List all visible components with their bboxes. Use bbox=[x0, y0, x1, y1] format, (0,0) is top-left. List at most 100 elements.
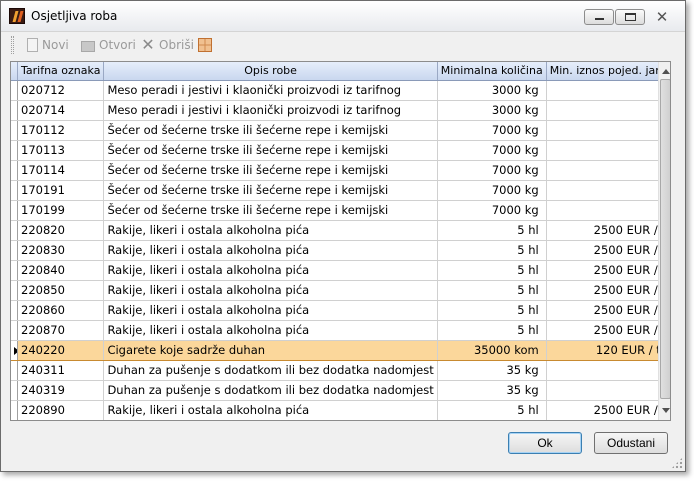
cell-min-guarantee[interactable]: - bbox=[546, 160, 670, 181]
ok-button[interactable]: Ok bbox=[508, 432, 582, 454]
title-bar[interactable]: Osjetljiva roba ✕ bbox=[1, 1, 685, 32]
cell-min-guarantee[interactable]: - bbox=[546, 360, 670, 381]
data-grid[interactable]: Tarifna oznaka Opis robe Minimalna količ… bbox=[10, 61, 671, 421]
table-row[interactable]: 220870 Rakije, likeri i ostala alkoholna … bbox=[11, 320, 670, 341]
cell-min-guarantee[interactable]: 2500 EUR / hlča bbox=[546, 300, 670, 321]
delete-button[interactable]: ✕ Obriši bbox=[141, 36, 194, 54]
scroll-up-icon[interactable] bbox=[662, 69, 670, 74]
cell-tariff-code[interactable]: 220890 bbox=[17, 400, 105, 420]
open-button[interactable]: Otvori bbox=[81, 36, 136, 54]
table-row[interactable]: 220840 Rakije, likeri i ostala alkoholna … bbox=[11, 260, 670, 281]
cell-tariff-code[interactable]: 020712 bbox=[17, 80, 105, 101]
row-header[interactable] bbox=[11, 260, 18, 281]
column-header-description[interactable]: Opis robe bbox=[103, 62, 438, 81]
table-row[interactable]: 240319 Duhan za pušenje s dodatkom ili be… bbox=[11, 380, 670, 401]
row-header[interactable] bbox=[11, 400, 18, 420]
cell-tariff-code[interactable]: 220830 bbox=[17, 240, 105, 261]
cell-min-quantity[interactable]: 35 kg bbox=[437, 380, 547, 401]
new-button[interactable]: Novi bbox=[27, 36, 69, 54]
column-header-min-quantity[interactable]: Minimalna količina bbox=[437, 62, 547, 81]
cell-tariff-code[interactable]: 170113 bbox=[17, 140, 105, 161]
cell-description[interactable]: Šećer od šećerne trske ili šećerne repe … bbox=[103, 120, 438, 141]
resize-grip-icon[interactable] bbox=[671, 457, 683, 469]
row-header[interactable] bbox=[11, 360, 18, 381]
cell-min-guarantee[interactable]: - bbox=[546, 180, 670, 201]
cell-tariff-code[interactable]: 170112 bbox=[17, 120, 105, 141]
cell-description[interactable]: Šećer od šećerne trske ili šećerne repe … bbox=[103, 180, 438, 201]
cell-min-quantity[interactable]: 5 hl bbox=[437, 220, 547, 241]
cell-min-quantity[interactable]: 5 hl bbox=[437, 300, 547, 321]
table-row[interactable]: 220850 Rakije, likeri i ostala alkoholna … bbox=[11, 280, 670, 301]
row-header[interactable] bbox=[11, 320, 18, 341]
cell-tariff-code[interactable]: 220870 bbox=[17, 320, 105, 341]
table-row[interactable]: 240220 Cigarete koje sadrže duhan 35000 ko… bbox=[11, 339, 670, 361]
cell-tariff-code[interactable]: 220860 bbox=[17, 300, 105, 321]
cell-min-quantity[interactable]: 7000 kg bbox=[437, 200, 547, 221]
row-header[interactable] bbox=[11, 100, 18, 121]
row-header[interactable] bbox=[11, 180, 18, 201]
cell-min-quantity[interactable]: 7000 kg bbox=[437, 120, 547, 141]
table-row[interactable]: 170112 Šećer od šećerne trske ili šećerne… bbox=[11, 120, 670, 141]
scroll-down-icon[interactable] bbox=[662, 408, 670, 413]
table-row[interactable]: 170199 Šećer od šećerne trske ili šećerne… bbox=[11, 200, 670, 221]
row-header[interactable] bbox=[11, 160, 18, 181]
row-header[interactable] bbox=[11, 240, 18, 261]
cell-tariff-code[interactable]: 170199 bbox=[17, 200, 105, 221]
scroll-thumb[interactable] bbox=[660, 79, 670, 399]
table-row[interactable]: 170114 Šećer od šećerne trske ili šećerne… bbox=[11, 160, 670, 181]
cell-description[interactable]: Cigarete koje sadrže duhan bbox=[103, 339, 438, 361]
cell-tariff-code[interactable]: 220850 bbox=[17, 280, 105, 301]
minimize-button[interactable] bbox=[584, 9, 614, 25]
cell-description[interactable]: Rakije, likeri i ostala alkoholna pića bbox=[103, 300, 438, 321]
cell-description[interactable]: Rakije, likeri i ostala alkoholna pića bbox=[103, 220, 438, 241]
cell-min-quantity[interactable]: 7000 kg bbox=[437, 180, 547, 201]
cell-min-quantity[interactable]: 5 hl bbox=[437, 320, 547, 341]
cell-min-quantity[interactable]: 7000 kg bbox=[437, 160, 547, 181]
cell-tariff-code[interactable]: 240311 bbox=[17, 360, 105, 381]
row-header[interactable] bbox=[11, 300, 18, 321]
row-header[interactable] bbox=[11, 220, 18, 241]
cell-description[interactable]: Šećer od šećerne trske ili šećerne repe … bbox=[103, 160, 438, 181]
row-header[interactable] bbox=[11, 280, 18, 301]
cell-min-quantity[interactable]: 35 kg bbox=[437, 360, 547, 381]
cell-min-quantity[interactable]: 35000 kom bbox=[437, 339, 547, 361]
table-row[interactable]: 020714 Meso peradi i jestivi i klaonički … bbox=[11, 100, 670, 121]
cell-min-guarantee[interactable]: - bbox=[546, 80, 670, 101]
cell-tariff-code[interactable]: 220820 bbox=[17, 220, 105, 241]
cell-min-quantity[interactable]: 5 hl bbox=[437, 280, 547, 301]
row-header[interactable] bbox=[11, 80, 18, 101]
table-row[interactable]: 170191 Šećer od šećerne trske ili šećerne… bbox=[11, 180, 670, 201]
toolbar-grip-icon[interactable] bbox=[11, 36, 14, 54]
cell-min-quantity[interactable]: 5 hl bbox=[437, 260, 547, 281]
table-row[interactable]: 220820 Rakije, likeri i ostala alkoholna … bbox=[11, 220, 670, 241]
cell-description[interactable]: Rakije, likeri i ostala alkoholna pića bbox=[103, 400, 438, 420]
cell-description[interactable]: Meso peradi i jestivi i klaonički proizv… bbox=[103, 80, 438, 101]
table-row[interactable]: 220830 Rakije, likeri i ostala alkoholna … bbox=[11, 240, 670, 261]
cell-min-quantity[interactable]: 7000 kg bbox=[437, 140, 547, 161]
cell-min-quantity[interactable]: 3000 kg bbox=[437, 100, 547, 121]
table-row[interactable]: 220890 Rakije, likeri i ostala alkoholna … bbox=[11, 400, 670, 420]
cell-tariff-code[interactable]: 170114 bbox=[17, 160, 105, 181]
cell-tariff-code[interactable]: 240319 bbox=[17, 380, 105, 401]
cell-tariff-code[interactable]: 170191 bbox=[17, 180, 105, 201]
row-header[interactable] bbox=[11, 200, 18, 221]
cell-description[interactable]: Rakije, likeri i ostala alkoholna pića bbox=[103, 260, 438, 281]
maximize-button[interactable] bbox=[615, 9, 645, 25]
table-row[interactable]: 220860 Rakije, likeri i ostala alkoholna … bbox=[11, 300, 670, 321]
cell-min-guarantee[interactable]: - bbox=[546, 200, 670, 221]
vertical-scrollbar[interactable] bbox=[658, 62, 670, 420]
row-header[interactable] bbox=[11, 120, 18, 141]
cell-min-guarantee[interactable]: - bbox=[546, 100, 670, 121]
cell-min-guarantee[interactable]: 2500 EUR / hlča bbox=[546, 260, 670, 281]
table-row[interactable]: 240311 Duhan za pušenje s dodatkom ili be… bbox=[11, 360, 670, 381]
cell-tariff-code[interactable]: 220840 bbox=[17, 260, 105, 281]
cancel-button[interactable]: Odustani bbox=[594, 432, 668, 454]
cell-min-guarantee[interactable]: - bbox=[546, 140, 670, 161]
cell-min-guarantee[interactable]: 2500 EUR / hlča bbox=[546, 220, 670, 241]
table-row[interactable]: 170113 Šećer od šećerne trske ili šećerne… bbox=[11, 140, 670, 161]
cell-description[interactable]: Šećer od šećerne trske ili šećerne repe … bbox=[103, 140, 438, 161]
cell-min-guarantee[interactable]: 2500 EUR / hlča bbox=[546, 280, 670, 301]
grid-layout-button[interactable] bbox=[198, 36, 216, 54]
cell-tariff-code[interactable]: 240220 bbox=[17, 339, 105, 361]
cell-description[interactable]: Duhan za pušenje s dodatkom ili bez doda… bbox=[103, 360, 438, 381]
